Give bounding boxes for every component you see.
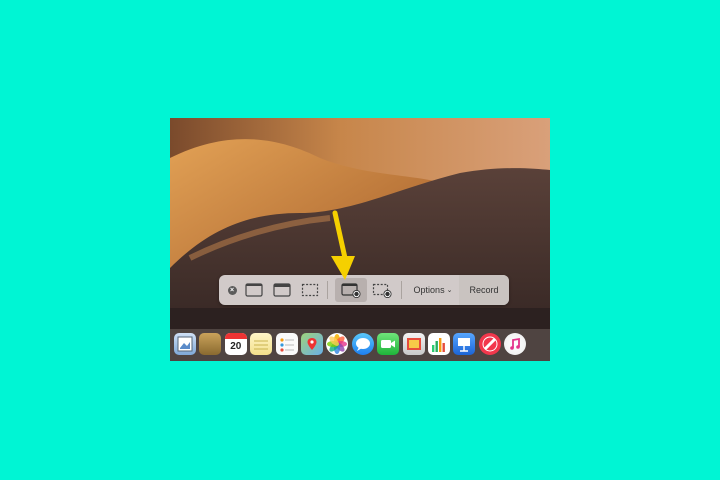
calendar-day: 20	[230, 341, 242, 352]
messages-app-icon[interactable]	[351, 333, 374, 355]
notes-book-app-icon[interactable]	[199, 333, 222, 355]
itunes-app-icon[interactable]	[504, 333, 527, 355]
photo-booth-app-icon[interactable]	[402, 333, 425, 355]
photos-app-icon[interactable]	[326, 333, 349, 355]
notes-app-icon[interactable]	[250, 333, 273, 355]
yellow-arrow-annotation	[331, 210, 355, 280]
capture-selected-portion-button[interactable]	[297, 275, 323, 305]
capture-selected-portion-icon	[301, 283, 319, 297]
record-button[interactable]: Record	[459, 275, 509, 305]
preview-app-icon[interactable]	[174, 333, 196, 355]
news-app-icon[interactable]	[478, 333, 501, 355]
chevron-down-icon: ⌄	[446, 287, 453, 294]
numbers-app-icon[interactable]	[427, 333, 450, 355]
close-button[interactable]: ×	[225, 275, 239, 305]
toolbar-divider	[401, 281, 402, 299]
close-icon: ×	[227, 285, 237, 295]
record-selected-portion-button[interactable]	[369, 275, 395, 305]
facetime-app-icon[interactable]	[377, 333, 400, 355]
record-label: Record	[469, 285, 499, 295]
record-selected-portion-icon	[372, 283, 392, 298]
options-label: Options	[413, 285, 445, 295]
capture-window-button[interactable]	[269, 275, 295, 305]
capture-entire-screen-icon	[245, 283, 263, 297]
capture-window-icon	[273, 283, 291, 297]
dock: 20	[170, 329, 550, 361]
calendar-app-icon[interactable]: 20	[224, 333, 247, 355]
keynote-app-icon[interactable]	[453, 333, 476, 355]
maps-app-icon[interactable]	[300, 333, 323, 355]
reminders-app-icon[interactable]	[275, 333, 298, 355]
capture-entire-screen-button[interactable]	[241, 275, 267, 305]
options-button[interactable]: Options ⌄	[405, 275, 461, 305]
